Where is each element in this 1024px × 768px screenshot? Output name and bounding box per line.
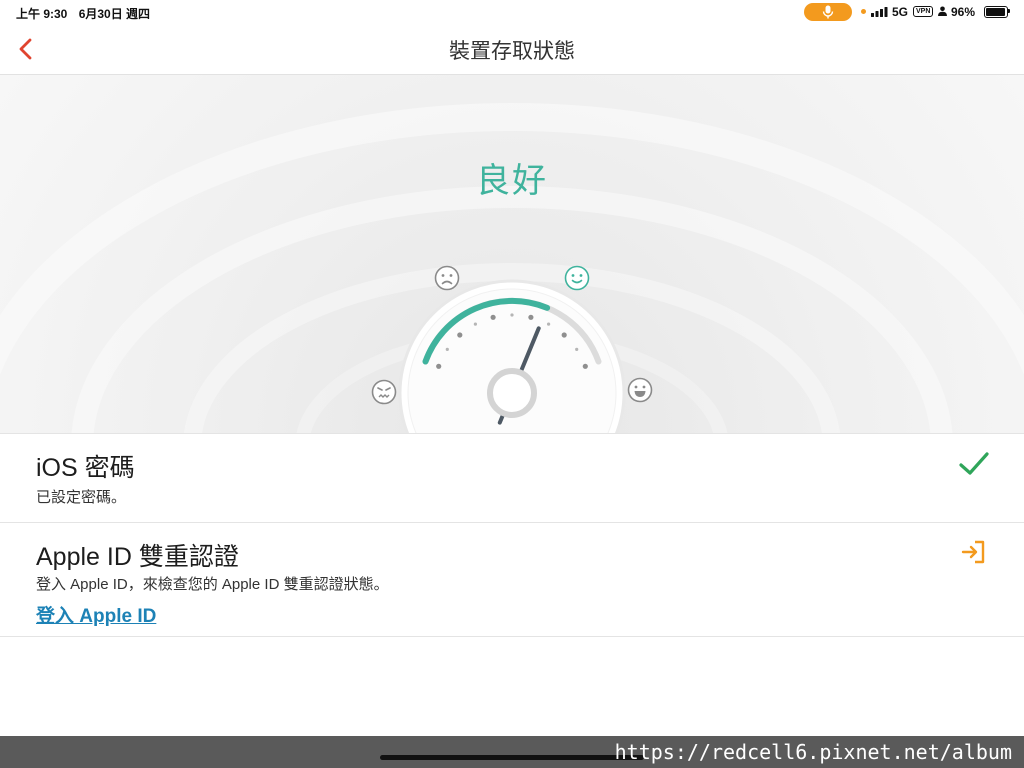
gauge-tick [445, 347, 449, 351]
gauge-tick [575, 347, 579, 351]
item-subtitle: 已設定密碼。 [36, 489, 127, 506]
item-title: Apple ID 雙重認證 [36, 543, 239, 571]
gauge-tick [561, 332, 567, 338]
bottom-bar: https://redcell6.pixnet.net/album [0, 736, 1024, 768]
status-time: 上午 9:30 [16, 7, 68, 21]
list-item-ios-passcode: iOS 密碼 已設定密碼。 [0, 433, 1024, 522]
status-bar: 上午 9:30 6月30日 週四 5G VPN 96% [0, 0, 1024, 24]
signal-icon [871, 7, 888, 17]
privacy-dot [861, 9, 866, 14]
checkmark-icon [959, 452, 989, 475]
sad-face-icon [434, 265, 460, 291]
navigation-bar: 裝置存取狀態 [0, 24, 1024, 75]
security-gauge [362, 253, 662, 433]
sign-in-icon[interactable] [960, 539, 986, 565]
laugh-face-icon [627, 377, 653, 403]
gauge-tick [528, 314, 534, 320]
status-label: 良好 [476, 162, 548, 200]
battery-percent: 96% [951, 5, 976, 19]
status-hero: 良好 [0, 75, 1024, 433]
gauge-tick [582, 363, 588, 369]
list-item-apple-id-2fa: Apple ID 雙重認證 登入 Apple ID，來檢查您的 Apple ID… [0, 522, 1024, 637]
microphone-indicator [804, 3, 852, 21]
page-title: 裝置存取狀態 [449, 40, 575, 63]
vpn-badge: VPN [913, 6, 934, 17]
status-date: 6月30日 週四 [78, 7, 151, 21]
gauge-tick [490, 314, 496, 320]
battery-cap [1008, 9, 1010, 13]
sign-in-apple-id-link[interactable]: 登入 Apple ID [36, 601, 156, 628]
item-title: iOS 密碼 [36, 454, 135, 482]
battery-icon [984, 6, 1008, 18]
check-items-list: iOS 密碼 已設定密碼。 Apple ID 雙重認證 登入 Apple ID，… [0, 433, 1024, 637]
battery-fill [986, 8, 1006, 16]
gauge-tick [436, 363, 442, 369]
microphone-icon [822, 5, 834, 19]
gauge-tick [547, 322, 551, 326]
angry-face-icon [371, 379, 397, 405]
smile-face-icon [564, 265, 590, 291]
item-subtitle: 登入 Apple ID，來檢查您的 Apple ID 雙重認證狀態。 [36, 576, 389, 593]
gauge-tick [510, 313, 514, 317]
gauge-tick [473, 322, 477, 326]
gauge-tick [457, 332, 463, 338]
network-type: 5G [892, 5, 909, 19]
home-indicator[interactable] [380, 755, 644, 760]
watermark: https://redcell6.pixnet.net/album [614, 740, 1012, 764]
person-icon [938, 6, 947, 16]
